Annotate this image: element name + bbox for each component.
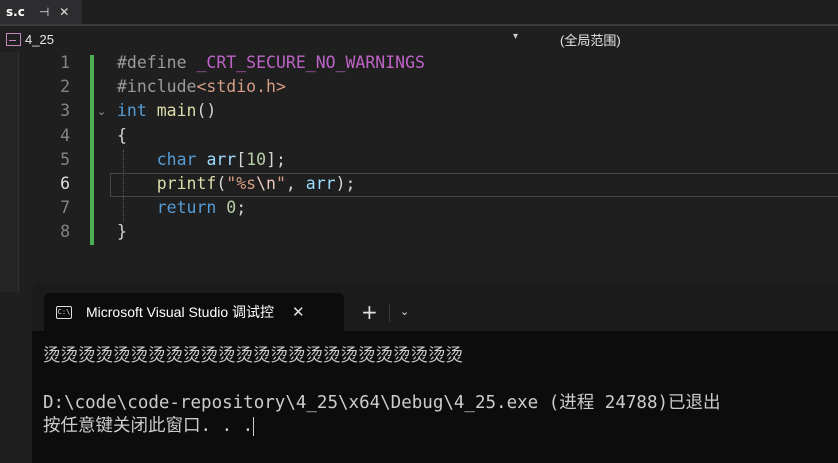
code-token: ];	[266, 149, 286, 169]
line-number: 7	[60, 198, 70, 218]
project-icon	[6, 32, 21, 46]
change-tracking-bar	[90, 55, 94, 245]
project-name: 4_25	[25, 31, 54, 47]
code-token: {	[117, 125, 127, 145]
console-output-text: 按任意键关闭此窗口. . .	[43, 416, 254, 436]
close-tab-icon[interactable]: ✕	[59, 5, 69, 19]
code-line[interactable]: char arr[10];	[117, 150, 286, 169]
scope-dropdown[interactable]: (全局范围)	[560, 30, 621, 49]
code-token: char	[156, 149, 197, 169]
gutter-divider	[18, 52, 19, 292]
code-token: \n	[256, 174, 276, 193]
line-number: 1	[60, 53, 70, 72]
project-dropdown[interactable]: 4_25	[6, 30, 54, 48]
code-token: #include	[117, 77, 197, 97]
console-output-text: D:\code\code-repository\4_25\x64\Debug\4…	[43, 393, 721, 413]
code-line[interactable]: int main()	[117, 101, 216, 120]
close-icon[interactable]: ✕	[292, 303, 305, 321]
chevron-down-icon[interactable]: ▾	[513, 31, 518, 42]
code-token: int	[117, 101, 147, 121]
console-output-line: 按任意键关闭此窗口. . .	[43, 412, 255, 437]
code-token: ;	[236, 198, 247, 218]
code-token: main	[156, 101, 197, 121]
file-tab[interactable]: s.c ⊣ ✕	[0, 0, 82, 24]
code-token: [	[236, 149, 247, 169]
code-token: #define	[117, 53, 197, 72]
code-line[interactable]: #include<stdio.h>	[117, 77, 286, 96]
code-token: );	[335, 174, 356, 193]
code-line[interactable]: #define _CRT_SECURE_NO_WARNINGS	[117, 53, 425, 72]
code-line[interactable]: printf("%s\n", arr);	[117, 174, 356, 193]
editor-left-margin	[0, 52, 18, 292]
console-tab-title: Microsoft Visual Studio 调试控	[86, 304, 275, 320]
code-token: printf	[156, 174, 217, 193]
code-line[interactable]: return 0;	[117, 198, 246, 217]
console-output-text: 烫烫烫烫烫烫烫烫烫烫烫烫烫烫烫烫烫烫烫烫烫烫烫烫	[43, 346, 463, 366]
code-token: "%s	[226, 174, 257, 193]
code-token: <stdio.h>	[196, 77, 286, 97]
new-tab-icon[interactable]: +	[361, 300, 378, 324]
code-token: arr	[206, 149, 237, 169]
code-token: ()	[196, 101, 217, 121]
document-tab-strip	[0, 0, 838, 24]
code-token: 0	[226, 198, 237, 218]
code-line[interactable]: }	[117, 222, 127, 241]
file-tab-label: s.c	[6, 5, 25, 19]
navigation-bar	[0, 26, 838, 53]
line-number: 4	[60, 125, 70, 145]
chevron-down-icon[interactable]: ⌄	[400, 305, 409, 318]
console-output-line: 烫烫烫烫烫烫烫烫烫烫烫烫烫烫烫烫烫烫烫烫烫烫烫烫	[43, 342, 463, 367]
titlebar-separator	[389, 304, 390, 322]
console-icon: C:\	[56, 305, 72, 319]
console-cursor	[253, 416, 255, 436]
pin-icon[interactable]: ⊣	[39, 5, 49, 19]
line-number: 8	[60, 222, 70, 242]
code-token: _CRT_SECURE_NO_WARNINGS	[196, 53, 425, 72]
code-token: (	[216, 174, 227, 193]
code-token: ,	[285, 174, 306, 193]
line-number: 2	[60, 77, 70, 97]
code-token: arr	[305, 174, 336, 193]
line-number: 6	[60, 174, 70, 193]
code-token: 10	[246, 149, 267, 169]
code-token: }	[117, 222, 127, 242]
console-output-line: D:\code\code-repository\4_25\x64\Debug\4…	[43, 389, 721, 414]
line-number: 5	[60, 149, 70, 169]
code-token: return	[156, 198, 217, 218]
fold-toggle-icon[interactable]: ⌄	[97, 105, 106, 118]
code-line[interactable]: {	[117, 126, 127, 145]
line-number: 3	[60, 101, 70, 121]
console-tab[interactable]: C:\ Microsoft Visual Studio 调试控 ✕	[44, 293, 344, 331]
code-token: "	[275, 174, 286, 193]
